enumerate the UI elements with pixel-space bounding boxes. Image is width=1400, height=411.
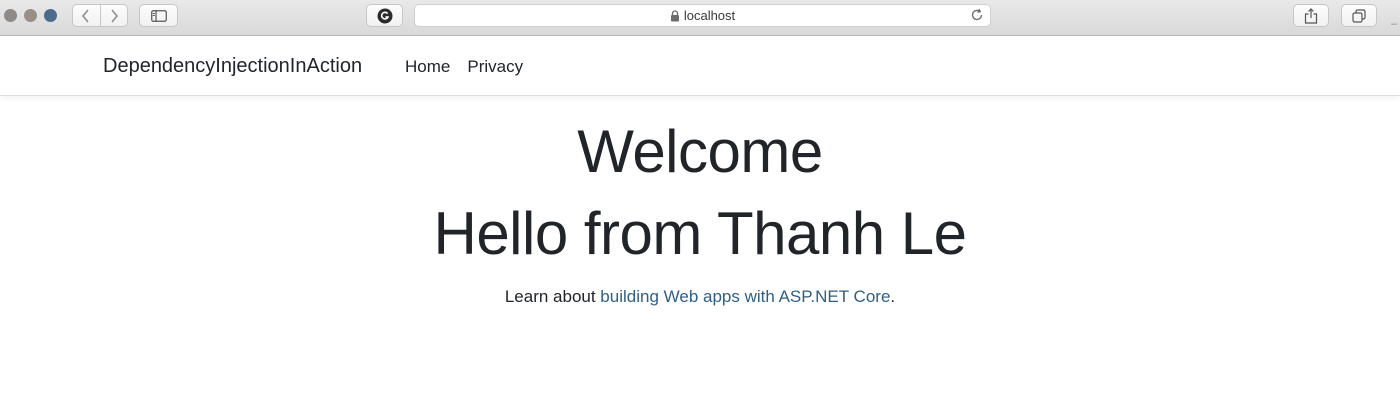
- lock-icon: [670, 9, 679, 21]
- learn-prefix: Learn about: [504, 287, 601, 306]
- page-title: Welcome: [577, 118, 823, 185]
- share-button[interactable]: [1293, 4, 1329, 27]
- tabs-overview-icon: [1352, 8, 1366, 23]
- grammarly-icon: [377, 8, 392, 23]
- page-subtitle: Hello from Thanh Le: [433, 200, 967, 267]
- reload-button[interactable]: [970, 8, 984, 27]
- history-nav-group: [72, 4, 128, 27]
- url-text: localhost: [683, 8, 736, 23]
- reload-icon: [971, 8, 983, 21]
- toolbar-edge-mark: –: [1391, 18, 1398, 30]
- learn-suffix: .: [890, 287, 896, 306]
- minimize-window-button[interactable]: [24, 9, 37, 22]
- back-button[interactable]: [73, 5, 100, 26]
- close-window-button[interactable]: [4, 9, 17, 22]
- maximize-window-button[interactable]: [44, 9, 57, 22]
- sidebar-icon: [150, 9, 167, 22]
- main-content: Welcome Hello from Thanh Le Learn about …: [0, 96, 1400, 307]
- site-navbar: DependencyInjectionInAction Home Privacy: [0, 37, 1400, 96]
- learn-paragraph: Learn about building Web apps with ASP.N…: [0, 287, 1400, 307]
- navbar-brand[interactable]: DependencyInjectionInAction: [103, 55, 362, 78]
- forward-button[interactable]: [101, 5, 128, 26]
- nav-link-privacy[interactable]: Privacy: [467, 57, 523, 77]
- browser-toolbar: localhost: [0, 0, 1400, 36]
- address-bar[interactable]: localhost: [414, 4, 991, 27]
- tab-overview-button[interactable]: [1341, 4, 1377, 27]
- grammarly-extension-button[interactable]: [366, 4, 403, 27]
- aspnet-docs-link[interactable]: building Web apps with ASP.NET Core: [600, 287, 890, 306]
- nav-links: Home Privacy: [405, 57, 523, 77]
- share-icon: [1304, 7, 1318, 24]
- chevron-right-icon: [111, 9, 118, 22]
- chevron-left-icon: [82, 9, 89, 22]
- sidebar-toggle-button[interactable]: [139, 4, 178, 27]
- nav-link-home[interactable]: Home: [405, 57, 450, 77]
